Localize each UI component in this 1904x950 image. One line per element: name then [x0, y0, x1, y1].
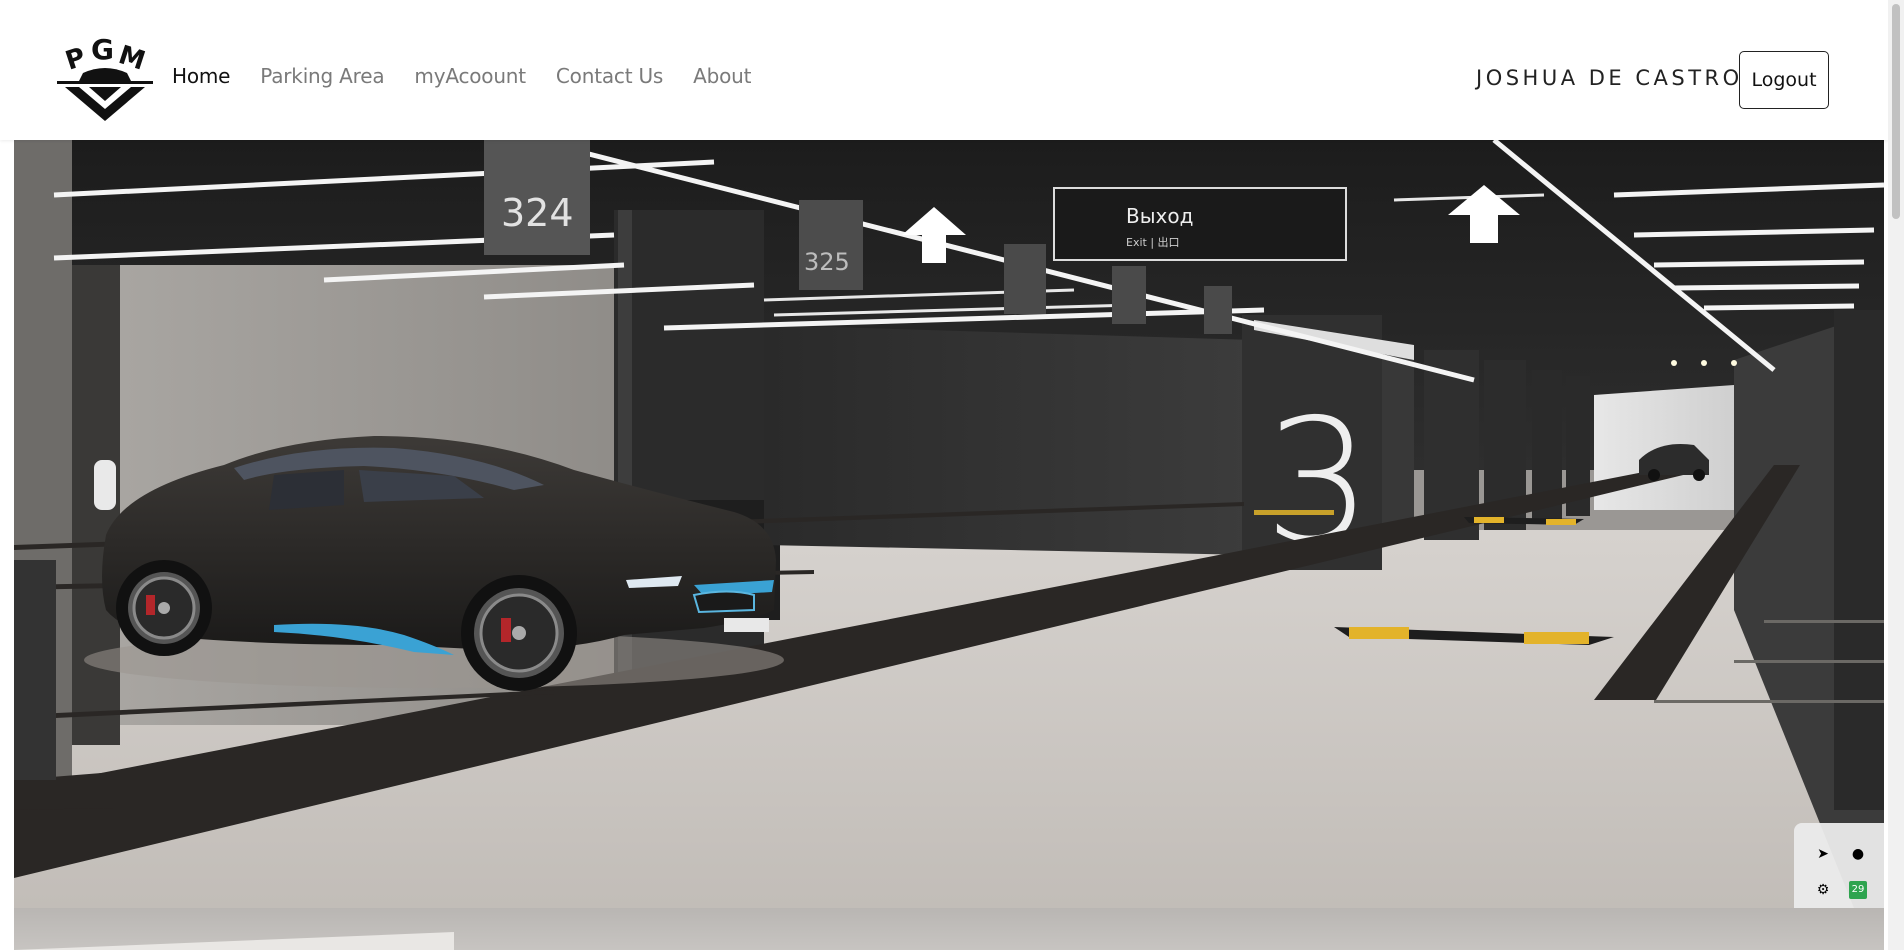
navbar: P G M Home Parking Area myAcoount Contac… — [0, 0, 1888, 140]
hero-banner-image: 324 325 Выход Exit | 出口 3 — [14, 140, 1884, 908]
spot-number-325: 325 — [804, 248, 850, 276]
settings-icon[interactable]: ⚙ — [1814, 881, 1832, 899]
next-section-preview — [14, 908, 1884, 950]
svg-text:G: G — [91, 37, 114, 66]
spot-number-324: 324 — [501, 191, 574, 235]
nav-contact-us-link[interactable]: Contact Us — [556, 64, 663, 88]
floating-tools-widget[interactable]: ➤ ● ⚙ 29 — [1794, 823, 1884, 908]
pgm-logo[interactable]: P G M — [55, 37, 155, 123]
nav-my-account-link[interactable]: myAcoount — [414, 64, 526, 88]
exit-sign-main: Выход — [1126, 204, 1193, 228]
page-scrollbar[interactable] — [1888, 0, 1904, 950]
counter-badge: 29 — [1849, 881, 1867, 899]
nav-parking-area-link[interactable]: Parking Area — [260, 64, 384, 88]
user-name: JOSHUA DE CASTRO — [1476, 66, 1743, 90]
nav-home-link[interactable]: Home — [172, 64, 230, 88]
record-icon[interactable]: ● — [1849, 845, 1867, 863]
logout-button[interactable]: Logout — [1739, 51, 1829, 109]
cursor-icon[interactable]: ➤ — [1814, 845, 1832, 863]
nav-about-link[interactable]: About — [693, 64, 751, 88]
exit-sign-sub: Exit | 出口 — [1126, 235, 1180, 249]
scrollbar-thumb[interactable] — [1892, 4, 1900, 219]
svg-text:P: P — [62, 42, 89, 76]
nav-links: Home Parking Area myAcoount Contact Us A… — [172, 64, 781, 88]
